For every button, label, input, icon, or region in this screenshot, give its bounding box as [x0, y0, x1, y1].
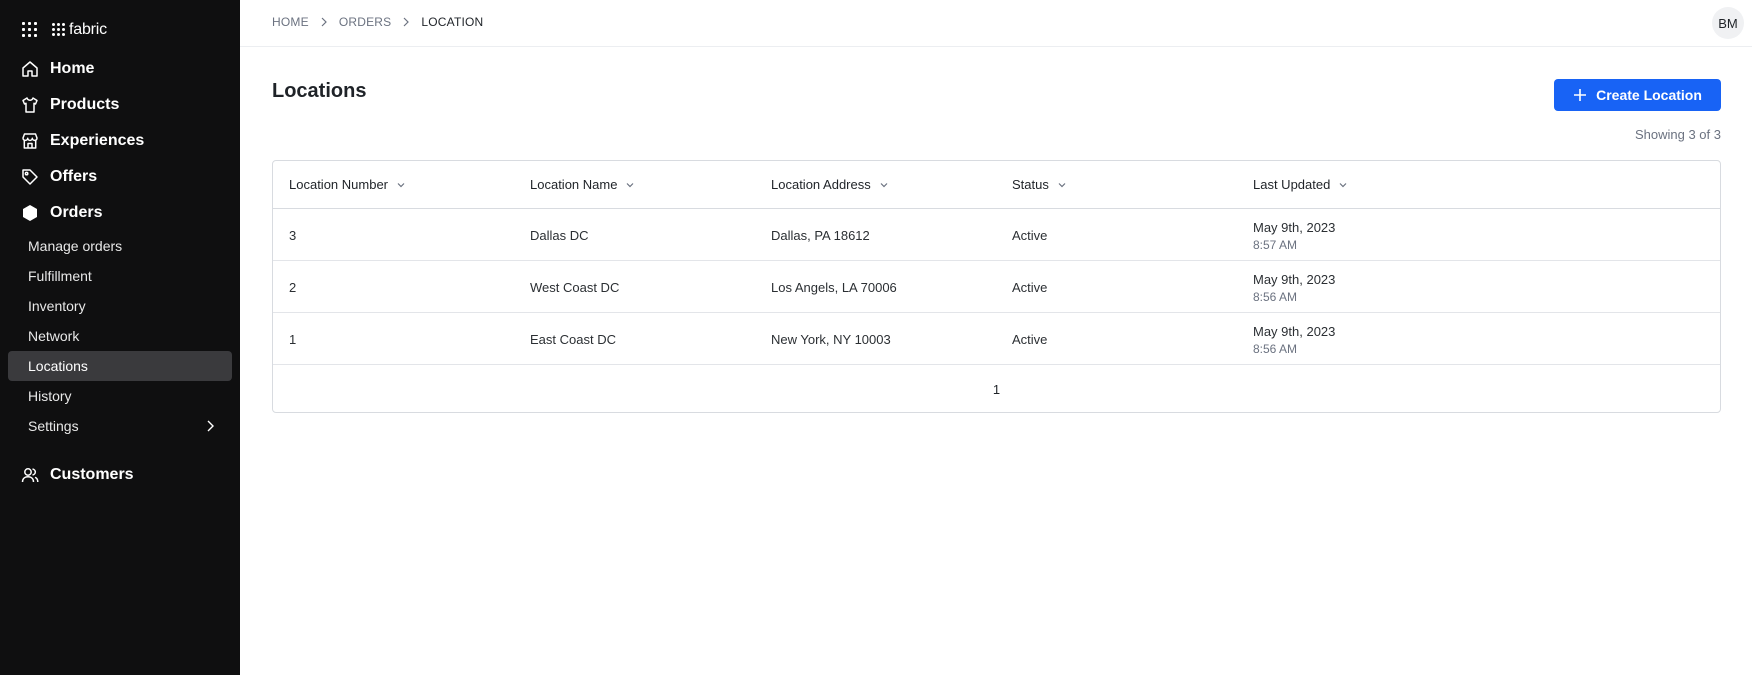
pagination: 1: [273, 365, 1720, 412]
chevron-down-icon: [397, 182, 405, 187]
hexagon-icon: [20, 203, 40, 223]
avatar[interactable]: BM: [1712, 7, 1744, 39]
sidebar-item-label: Settings: [28, 418, 79, 434]
brand: fabric: [22, 20, 107, 40]
table-header: Location Number Location Name Location A…: [273, 161, 1720, 209]
nav-item-label: Offers: [50, 168, 98, 185]
sidebar-item-label: Inventory: [28, 298, 86, 314]
table-row[interactable]: 1 East Coast DC New York, NY 10003 Activ…: [273, 313, 1720, 365]
page-title: Locations: [272, 80, 367, 102]
cell-location-address: New York, NY 10003: [771, 332, 891, 347]
sidebar-item-locations[interactable]: Locations: [8, 351, 232, 381]
nav-item-home[interactable]: Home: [20, 56, 94, 82]
nav-item-products[interactable]: Products: [20, 92, 119, 118]
cell-location-name: Dallas DC: [530, 228, 589, 243]
create-location-button[interactable]: Create Location: [1554, 79, 1721, 111]
nav-item-orders[interactable]: Orders: [20, 200, 102, 226]
cell-location-name: West Coast DC: [530, 280, 620, 295]
nav-item-label: Products: [50, 96, 120, 113]
cell-status: Active: [1012, 228, 1048, 243]
nav-item-experiences[interactable]: Experiences: [20, 128, 144, 154]
chevron-right-icon: [319, 17, 329, 27]
column-header-location-number[interactable]: Location Number: [289, 177, 406, 192]
sidebar: fabric Home Products Experiences Offers …: [0, 0, 240, 675]
column-header-label: Location Name: [530, 177, 618, 192]
cell-last-updated: May 9th, 2023 8:56 AM: [1253, 261, 1335, 304]
cell-location-name: East Coast DC: [530, 332, 616, 347]
nav-item-label: Customers: [50, 466, 134, 483]
cell-location-number: 1: [289, 332, 297, 347]
users-icon: [20, 465, 40, 485]
column-header-label: Location Number: [289, 177, 388, 192]
cell-location-number: 2: [289, 280, 297, 295]
column-header-location-name[interactable]: Location Name: [530, 177, 635, 192]
column-header-status[interactable]: Status: [1012, 177, 1067, 192]
nav-item-label: Orders: [50, 204, 103, 221]
sidebar-item-label: Network: [28, 328, 80, 344]
chevron-down-icon: [1058, 182, 1066, 187]
column-header-location-address[interactable]: Location Address: [771, 177, 889, 192]
column-header-label: Status: [1012, 177, 1049, 192]
nav-item-label: Home: [50, 60, 95, 77]
storefront-icon: [20, 131, 40, 151]
breadcrumb-home[interactable]: HOME: [272, 15, 309, 29]
sidebar-item-manage-orders[interactable]: Manage orders: [8, 231, 232, 261]
last-updated-date: May 9th, 2023: [1253, 220, 1336, 235]
chevron-down-icon: [880, 182, 888, 187]
column-header-label: Last Updated: [1253, 177, 1331, 192]
pagination-page-1[interactable]: 1: [993, 382, 1000, 397]
last-updated-time: 8:56 AM: [1253, 290, 1298, 304]
breadcrumb: HOME ORDERS LOCATION: [272, 15, 483, 29]
sidebar-item-inventory[interactable]: Inventory: [8, 291, 232, 321]
sidebar-item-network[interactable]: Network: [8, 321, 232, 351]
cell-location-number: 3: [289, 228, 297, 243]
cell-last-updated: May 9th, 2023 8:56 AM: [1253, 313, 1335, 356]
home-icon: [20, 59, 40, 79]
cell-status: Active: [1012, 280, 1048, 295]
chevron-down-icon: [1339, 182, 1347, 187]
plus-icon: [1574, 89, 1587, 101]
column-header-label: Location Address: [771, 177, 871, 192]
cell-location-address: Dallas, PA 18612: [771, 228, 870, 243]
sidebar-item-label: Fulfillment: [28, 268, 92, 284]
brand-name: fabric: [69, 21, 107, 38]
nav-item-label: Experiences: [50, 132, 145, 149]
app-launcher-icon[interactable]: [22, 22, 38, 38]
results-count: Showing 3 of 3: [1634, 127, 1721, 142]
tag-icon: [20, 167, 40, 187]
table-row[interactable]: 2 West Coast DC Los Angels, LA 70006 Act…: [273, 261, 1720, 313]
create-location-label: Create Location: [1596, 87, 1702, 103]
last-updated-date: May 9th, 2023: [1253, 272, 1336, 287]
breadcrumb-orders[interactable]: ORDERS: [339, 15, 392, 29]
sidebar-item-settings[interactable]: Settings: [8, 411, 232, 441]
sidebar-item-fulfillment[interactable]: Fulfillment: [8, 261, 232, 291]
locations-table: Location Number Location Name Location A…: [272, 160, 1721, 413]
last-updated-time: 8:57 AM: [1253, 238, 1298, 252]
top-header: HOME ORDERS LOCATION BM: [240, 0, 1752, 47]
last-updated-date: May 9th, 2023: [1253, 324, 1336, 339]
chevron-down-icon: [627, 182, 634, 187]
last-updated-time: 8:56 AM: [1253, 342, 1298, 356]
chevron-right-icon: [207, 420, 214, 432]
chevron-right-icon: [401, 17, 411, 27]
fabric-logo-icon: [52, 23, 66, 37]
breadcrumb-location: LOCATION: [421, 15, 484, 29]
cell-status: Active: [1012, 332, 1048, 347]
nav-item-customers[interactable]: Customers: [20, 462, 134, 488]
sidebar-item-label: Locations: [28, 358, 88, 374]
cell-location-address: Los Angels, LA 70006: [771, 280, 897, 295]
column-header-last-updated[interactable]: Last Updated: [1253, 177, 1348, 192]
sidebar-item-label: Manage orders: [28, 238, 123, 254]
sidebar-item-label: History: [28, 388, 72, 404]
sidebar-item-history[interactable]: History: [8, 381, 232, 411]
table-row[interactable]: 3 Dallas DC Dallas, PA 18612 Active May …: [273, 209, 1720, 261]
cell-last-updated: May 9th, 2023 8:57 AM: [1253, 209, 1335, 252]
shirt-icon: [20, 95, 40, 115]
nav-item-offers[interactable]: Offers: [20, 164, 97, 190]
